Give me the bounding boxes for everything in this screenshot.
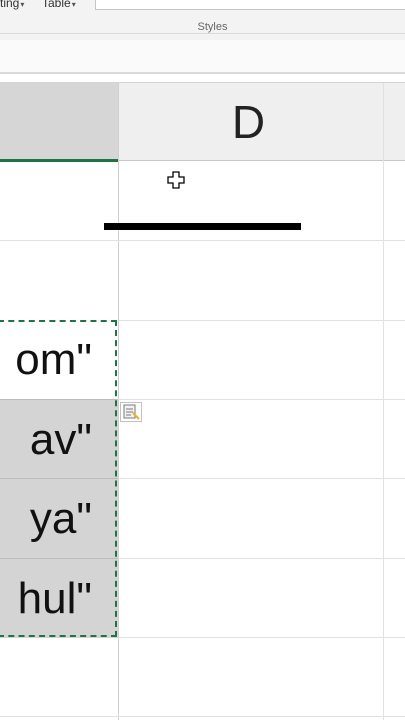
gridline <box>0 240 405 241</box>
ribbon: ting▾ Table▾ Styles <box>0 0 405 40</box>
line-shape[interactable] <box>104 223 301 230</box>
copy-marquee-selection <box>0 320 117 637</box>
format-as-table-button[interactable]: Table▾ <box>42 0 76 12</box>
column-header-c[interactable] <box>0 83 118 161</box>
column-header-d-label: D <box>231 96 266 148</box>
cell-styles-gallery[interactable] <box>95 0 405 10</box>
gridline <box>383 83 384 720</box>
formula-bar[interactable] <box>0 40 405 72</box>
chevron-down-icon: ▾ <box>71 0 76 9</box>
gridline <box>118 320 405 321</box>
ribbon-group-label: Styles <box>197 21 228 33</box>
cell-select-cross-icon <box>167 171 185 189</box>
gridline <box>118 558 405 559</box>
header-divider <box>118 160 405 161</box>
ribbon-formatting-button[interactable]: ting▾ <box>0 0 24 12</box>
gridline <box>118 478 405 479</box>
paste-options-icon[interactable] <box>120 402 142 422</box>
ribbon-divider <box>0 33 405 34</box>
gridline <box>118 399 405 400</box>
formula-bar-divider <box>0 72 405 74</box>
chevron-down-icon: ▾ <box>20 0 25 9</box>
column-header-selected-indicator <box>0 159 118 162</box>
gridline <box>0 716 405 717</box>
format-as-table-label: Table <box>42 0 71 10</box>
ribbon-formatting-label: ting <box>0 0 20 10</box>
column-header-d[interactable]: D <box>118 83 383 161</box>
gridline <box>118 83 119 720</box>
column-header-e[interactable] <box>383 83 405 161</box>
